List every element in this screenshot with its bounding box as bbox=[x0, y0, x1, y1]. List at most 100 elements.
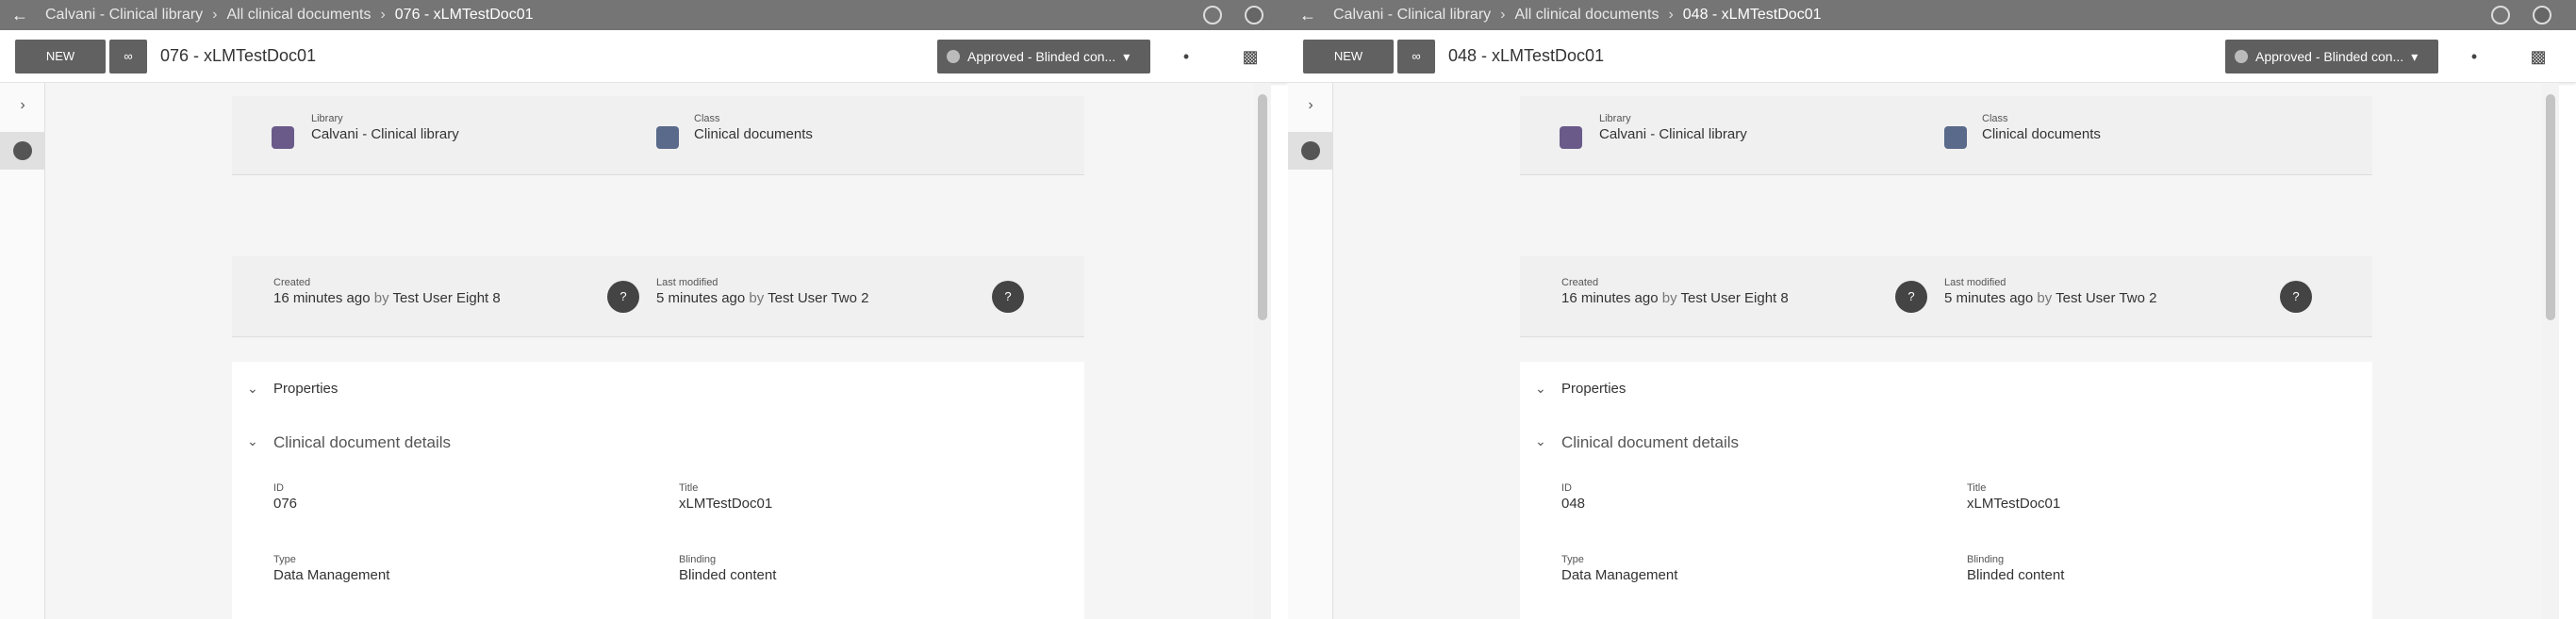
library-class-card: Library Calvani - Clinical library Class… bbox=[1520, 96, 2372, 175]
link-button[interactable]: ∞ bbox=[109, 39, 147, 73]
user-menu-icon[interactable] bbox=[1245, 6, 1263, 24]
chevron-down-icon: ▾ bbox=[2411, 48, 2419, 64]
scrollbar[interactable] bbox=[1254, 83, 1271, 619]
document-pane-left: ← Calvani - Clinical library › All clini… bbox=[0, 0, 1288, 619]
user-menu-icon[interactable] bbox=[2533, 6, 2551, 24]
library-value[interactable]: Calvani - Clinical library bbox=[1599, 126, 1747, 142]
library-value[interactable]: Calvani - Clinical library bbox=[311, 126, 459, 142]
scrollbar-thumb[interactable] bbox=[1258, 94, 1267, 320]
created-modified-card: Created 16 minutes ago by Test User Eigh… bbox=[232, 256, 1084, 337]
arrow-left-icon[interactable]: ← bbox=[11, 6, 30, 24]
scrollbar-thumb[interactable] bbox=[2546, 94, 2555, 320]
blinding-label: Blinding bbox=[679, 554, 717, 565]
type-value: Data Management bbox=[1561, 567, 1678, 583]
library-class-card: Library Calvani - Clinical library Class… bbox=[232, 96, 1084, 175]
breadcrumb-current-document: 076 - xLMTestDoc01 bbox=[394, 7, 534, 23]
type-value: Data Management bbox=[273, 567, 390, 583]
panel-icon[interactable]: ▩ bbox=[1239, 45, 1262, 68]
breadcrumb-separator: › bbox=[212, 7, 218, 23]
library-icon bbox=[272, 126, 294, 149]
details-title[interactable]: Clinical document details bbox=[1561, 433, 1739, 452]
chevron-down-icon[interactable]: ⌄ bbox=[247, 433, 258, 449]
document-header: NEW ∞ 048 - xLMTestDoc01 Approved - Blin… bbox=[1288, 30, 2576, 83]
class-icon bbox=[656, 126, 679, 149]
type-label: Type bbox=[273, 554, 296, 565]
modified-user[interactable]: Test User Two 2 bbox=[768, 290, 868, 306]
arrow-left-icon[interactable]: ← bbox=[1299, 6, 1318, 24]
modified-user[interactable]: Test User Two 2 bbox=[2056, 290, 2156, 306]
document-content: Library Calvani - Clinical library Class… bbox=[1333, 83, 2559, 619]
modified-time: 5 minutes ago bbox=[1944, 290, 2034, 306]
info-icon[interactable] bbox=[1301, 141, 1320, 160]
user-avatar-icon[interactable]: ? bbox=[607, 281, 639, 313]
status-dropdown[interactable]: Approved - Blinded con... ▾ bbox=[937, 40, 1150, 73]
pin-icon[interactable]: • bbox=[2463, 45, 2485, 68]
info-icon[interactable] bbox=[13, 141, 32, 160]
new-button[interactable]: NEW bbox=[1303, 39, 1394, 73]
pin-icon[interactable]: • bbox=[1175, 45, 1197, 68]
page-title: 048 - xLMTestDoc01 bbox=[1448, 46, 1605, 65]
chevron-down-icon[interactable]: ⌄ bbox=[1535, 433, 1546, 449]
left-rail: › bbox=[0, 83, 45, 619]
user-avatar-icon[interactable]: ? bbox=[1895, 281, 1927, 313]
properties-title[interactable]: Properties bbox=[273, 381, 338, 397]
modified-label: Last modified bbox=[1944, 277, 2006, 288]
user-avatar-icon[interactable]: ? bbox=[992, 281, 1024, 313]
modified-time: 5 minutes ago bbox=[656, 290, 746, 306]
id-label: ID bbox=[1561, 482, 1572, 494]
created-time: 16 minutes ago bbox=[1561, 290, 1659, 306]
chevron-down-icon[interactable]: ⌄ bbox=[247, 381, 258, 397]
class-value[interactable]: Clinical documents bbox=[694, 126, 813, 142]
id-label: ID bbox=[273, 482, 284, 494]
properties-panel: ⌄ Properties ⌄ Clinical document details… bbox=[1520, 362, 2372, 619]
breadcrumb-all-documents[interactable]: All clinical documents bbox=[1514, 7, 1659, 24]
help-icon[interactable] bbox=[2491, 6, 2510, 24]
status-dropdown[interactable]: Approved - Blinded con... ▾ bbox=[2225, 40, 2438, 73]
breadcrumb-library[interactable]: Calvani - Clinical library bbox=[45, 7, 203, 24]
status-label: Approved - Blinded con... bbox=[2255, 49, 2404, 64]
user-avatar-icon[interactable]: ? bbox=[2280, 281, 2312, 313]
breadcrumb-current-document: 048 - xLMTestDoc01 bbox=[1682, 7, 1822, 23]
page-title: 076 - xLMTestDoc01 bbox=[160, 46, 317, 65]
scrollbar[interactable] bbox=[2542, 83, 2559, 619]
class-icon bbox=[1944, 126, 1967, 149]
created-user[interactable]: Test User Eight 8 bbox=[1681, 290, 1789, 306]
id-value: 048 bbox=[1561, 496, 1586, 512]
type-label: Type bbox=[1561, 554, 1584, 565]
blinding-value: Blinded content bbox=[1967, 567, 2065, 583]
created-time: 16 minutes ago bbox=[273, 290, 371, 306]
title-value: xLMTestDoc01 bbox=[679, 496, 773, 512]
title-label: Title bbox=[1967, 482, 1987, 494]
title-value: xLMTestDoc01 bbox=[1967, 496, 2061, 512]
breadcrumb-library[interactable]: Calvani - Clinical library bbox=[1333, 7, 1491, 24]
created-user[interactable]: Test User Eight 8 bbox=[393, 290, 501, 306]
details-title[interactable]: Clinical document details bbox=[273, 433, 451, 452]
class-value[interactable]: Clinical documents bbox=[1982, 126, 2101, 142]
new-button[interactable]: NEW bbox=[15, 39, 106, 73]
modified-by: by bbox=[2037, 290, 2053, 306]
title-label: Title bbox=[679, 482, 699, 494]
link-button[interactable]: ∞ bbox=[1397, 39, 1435, 73]
properties-panel: ⌄ Properties ⌄ Clinical document details… bbox=[232, 362, 1084, 619]
chevron-right-icon[interactable]: › bbox=[11, 94, 34, 117]
breadcrumb: ← Calvani - Clinical library › All clini… bbox=[0, 0, 1288, 30]
status-icon bbox=[947, 50, 960, 63]
modified-label: Last modified bbox=[656, 277, 718, 288]
blinding-label: Blinding bbox=[1967, 554, 2005, 565]
document-pane-right: ← Calvani - Clinical library › All clini… bbox=[1288, 0, 2576, 619]
blinding-value: Blinded content bbox=[679, 567, 777, 583]
created-label: Created bbox=[273, 277, 311, 288]
panel-icon[interactable]: ▩ bbox=[2527, 45, 2550, 68]
help-icon[interactable] bbox=[1203, 6, 1222, 24]
status-icon bbox=[2235, 50, 2248, 63]
created-by: by bbox=[1661, 290, 1677, 306]
library-label: Library bbox=[311, 113, 343, 124]
chevron-down-icon[interactable]: ⌄ bbox=[1535, 381, 1546, 397]
left-rail: › bbox=[1288, 83, 1333, 619]
modified-by: by bbox=[749, 290, 765, 306]
breadcrumb-all-documents[interactable]: All clinical documents bbox=[226, 7, 371, 24]
chevron-right-icon[interactable]: › bbox=[1299, 94, 1322, 117]
created-by: by bbox=[373, 290, 389, 306]
created-modified-card: Created 16 minutes ago by Test User Eigh… bbox=[1520, 256, 2372, 337]
properties-title[interactable]: Properties bbox=[1561, 381, 1626, 397]
